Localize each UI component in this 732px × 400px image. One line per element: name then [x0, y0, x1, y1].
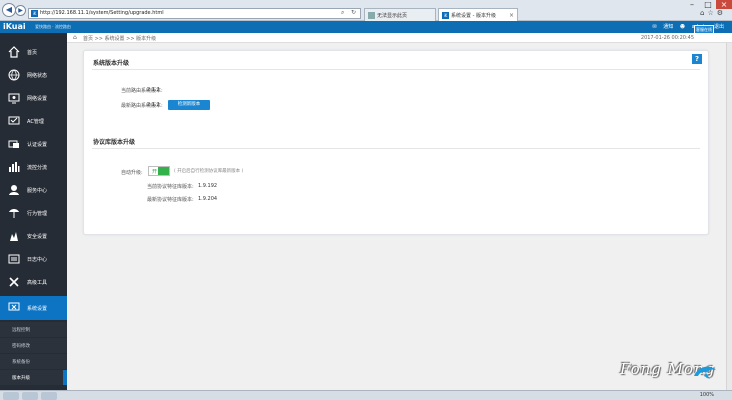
chart-bars-icon — [9, 162, 20, 172]
logout-link[interactable]: 退出 — [714, 24, 724, 30]
tab-error-page[interactable]: 无法显示此页 — [364, 8, 436, 21]
browser-tools: ⌂☆⚙ — [700, 9, 726, 17]
protocol-upgrade-title: 协议库版本升级 — [93, 139, 136, 146]
tab-upgrade[interactable]: iK 系统设置 - 版本升级 × — [438, 8, 518, 21]
user-icon: ☻ — [679, 24, 686, 30]
refresh-icon[interactable]: ↻ — [351, 9, 356, 16]
notify-link[interactable]: 通知 — [663, 24, 673, 30]
auto-upgrade-hint: ( 开启后自行检测协议库最新版本 ) — [174, 169, 244, 174]
address-bar[interactable]: iK http://192.168.11.1/system/Setting/up… — [28, 8, 361, 19]
auth-icon — [8, 140, 19, 148]
toggle-on-text: 开 — [152, 169, 158, 175]
sidebar-item-flow[interactable]: 流控分流 — [0, 156, 67, 178]
divider — [92, 69, 700, 70]
auto-upgrade-toggle[interactable]: 开 — [148, 166, 170, 176]
sidebar-item-log[interactable]: 日志中心 — [0, 248, 67, 270]
tools-icon — [9, 277, 19, 287]
mail-icon[interactable]: ✉ — [653, 24, 657, 30]
sidebar-item-ac[interactable]: AC管理 — [0, 110, 67, 132]
ac-manage-icon — [8, 116, 20, 125]
protocol-current-label: 当前协议特征库版本: — [147, 184, 194, 190]
sidebar-item-service[interactable]: 服务中心 — [0, 179, 67, 201]
site-favicon-icon: iK — [442, 12, 449, 19]
browser-toolbar: ◀ ▶ iK http://192.168.11.1/system/Settin… — [0, 0, 732, 21]
system-time: 2017-01-26 00:20:45 — [640, 35, 694, 41]
home-icon — [8, 46, 20, 58]
protocol-latest-value: 1.9.204 — [198, 196, 218, 202]
check-version-button[interactable]: 检测新版本 — [168, 100, 210, 110]
close-tab-icon[interactable]: × — [509, 12, 514, 19]
sidebar: 首页 网络状态 网络设置 AC管理 认证设置 流控分流 服务中心 行为管理 安全… — [0, 33, 67, 390]
security-icon — [10, 232, 18, 241]
sidebar-item-network-status[interactable]: 网络状态 — [0, 64, 67, 86]
close-window-icon[interactable]: × — [716, 0, 732, 9]
logo: iKuai — [3, 22, 26, 31]
sidebar-item-auth[interactable]: 认证设置 — [0, 133, 67, 155]
sidebar-sub-upgrade[interactable]: 版本升级 — [0, 370, 67, 385]
upgrade-panel: 系统版本升级 ? 当前路由系统版本: 2.1.2 最新路由系统版本: 2.1.2… — [83, 50, 709, 235]
system-settings-icon — [8, 302, 20, 311]
app-header: iKuai 爱快路由 · 流控路由 ✉ 通知 ☻ admin 退出 — [0, 21, 732, 33]
back-arrow-icon[interactable]: ◀ — [2, 3, 16, 17]
current-version-value: 2.1.2 — [147, 87, 160, 93]
auto-upgrade-label: 自动升级: — [121, 170, 143, 176]
taskbar-app[interactable] — [41, 392, 57, 400]
protocol-current-value: 1.9.192 — [198, 183, 218, 189]
dolphin-logo-icon — [694, 366, 716, 379]
start-button[interactable] — [3, 392, 19, 400]
maximize-icon[interactable]: □ — [700, 0, 716, 9]
minimize-icon[interactable]: – — [684, 0, 700, 9]
sidebar-item-tools[interactable]: 高级工具 — [0, 271, 67, 293]
toggle-knob — [158, 167, 169, 175]
help-icon[interactable]: ? — [692, 54, 702, 64]
sidebar-item-home[interactable]: 首页 — [0, 41, 67, 63]
page-scrollbar[interactable] — [726, 43, 732, 390]
globe-icon — [8, 69, 20, 81]
latest-version-value: 2.1.2 — [147, 102, 160, 108]
protocol-latest-label: 最新协议特征库版本: — [147, 197, 194, 203]
logo-subtitle: 爱快路由 · 流控路由 — [35, 24, 71, 29]
zoom-level[interactable]: 100% — [700, 392, 714, 398]
status-bar: 100% — [0, 390, 732, 400]
site-favicon-icon: iK — [31, 10, 38, 17]
address-url[interactable]: http://192.168.11.1/system/Setting/upgra… — [40, 10, 164, 16]
sidebar-item-security[interactable]: 安全设置 — [0, 225, 67, 247]
page-icon — [368, 12, 375, 19]
breadcrumb-path: 首页 >> 系统设置 >> 版本升级 — [83, 36, 157, 42]
behavior-icon — [9, 209, 19, 218]
taskbar-app[interactable] — [22, 392, 38, 400]
sidebar-item-system[interactable]: 系统设置 — [0, 296, 67, 320]
gear-icon[interactable]: ⚙ — [717, 9, 726, 17]
service-center-icon — [9, 185, 19, 195]
divider — [92, 148, 700, 149]
sidebar-item-network-settings[interactable]: 网络设置 — [0, 87, 67, 109]
sidebar-item-behavior[interactable]: 行为管理 — [0, 202, 67, 224]
forward-arrow-icon[interactable]: ▶ — [15, 5, 26, 16]
network-settings-icon — [8, 93, 20, 104]
favorites-icon[interactable]: ☆ — [707, 9, 716, 17]
active-indicator — [63, 370, 67, 385]
log-icon — [8, 254, 20, 264]
search-icon[interactable]: ⌕ — [341, 9, 344, 17]
home-icon[interactable]: ⌂ — [73, 34, 77, 41]
system-upgrade-title: 系统版本升级 — [93, 60, 130, 67]
breadcrumb: ⌂ 首页 >> 系统设置 >> 版本升级 2017-01-26 00:20:45 — [67, 33, 732, 43]
sidebar-sub-remote[interactable]: 远程控制 — [0, 322, 67, 337]
sidebar-sub-backup[interactable]: 系统备份 — [0, 354, 67, 369]
sidebar-sub-password[interactable]: 密码修改 — [0, 338, 67, 353]
